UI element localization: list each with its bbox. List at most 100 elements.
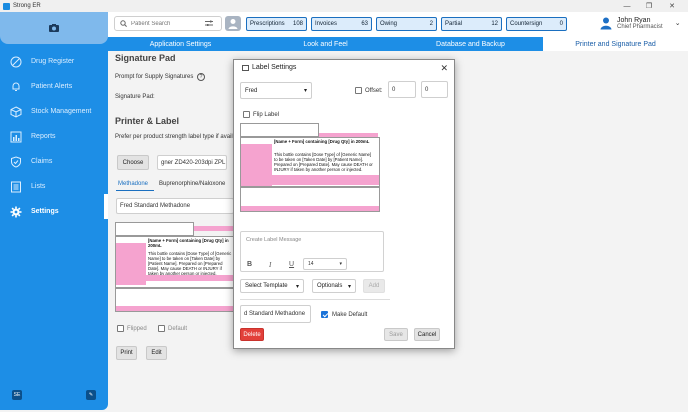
owing-counter[interactable]: Owing 2 (376, 17, 437, 31)
help-icon[interactable]: ? (197, 73, 205, 81)
chevron-down-icon[interactable]: ⌄ (675, 19, 681, 27)
subtab-buprenorphine-naloxone[interactable]: Buprenorphine/Naloxone (159, 181, 225, 187)
flip-label-checkbox[interactable]: Flip Label (243, 111, 279, 118)
user-menu[interactable]: John Ryan Chief Pharmacist ⌄ (599, 16, 681, 30)
edit-button[interactable]: Edit (146, 346, 167, 360)
sidebar-item-claims[interactable]: Claims (0, 149, 108, 174)
tab-printer-and-signature-pad[interactable]: Printer and Signature Pad (543, 37, 688, 51)
sidebar-footer: SE ✎ (0, 390, 108, 400)
subtab-underline (116, 190, 154, 191)
pill-icon (10, 56, 22, 68)
partial-counter[interactable]: Partial 12 (441, 17, 502, 31)
print-button[interactable]: Print (116, 346, 137, 360)
offset-y-field[interactable]: 0 (421, 81, 448, 98)
dialog-title-bar: Label Settings (242, 64, 296, 71)
save-button[interactable]: Save (384, 328, 408, 341)
counter-value: 0 (559, 21, 563, 27)
sidebar-item-stock-management[interactable]: Stock Management (0, 99, 108, 124)
sidebar-item-drug-register[interactable]: Drug Register (0, 49, 108, 74)
dialog-title: Label Settings (252, 64, 297, 71)
search-box[interactable] (114, 16, 222, 31)
sidebar-item-label: Settings (31, 208, 59, 215)
dialog-label-pink-side (241, 144, 272, 186)
minimize-button[interactable]: — (616, 0, 638, 12)
user-name: John Ryan (617, 16, 651, 24)
label-profile-dropdown[interactable]: Fred ▾ (240, 82, 312, 99)
delete-button[interactable]: Delete (240, 328, 264, 341)
italic-button[interactable]: I (269, 261, 271, 269)
label-pink-side (116, 243, 146, 285)
bell-icon (10, 81, 22, 93)
dialog-label-header-box (240, 123, 319, 137)
flipped-checkbox[interactable]: Flipped (117, 325, 147, 332)
prompt-supply-signatures-label: Prompt for Supply Signatures (115, 74, 194, 80)
settings-tabs: Application Settings Look and Feel Datab… (108, 37, 688, 51)
flipped-label: Flipped (127, 325, 147, 332)
dialog-label-pink-band (272, 175, 379, 185)
signature-pad-label: Signature Pad: (115, 94, 155, 100)
tab-look-and-feel[interactable]: Look and Feel (253, 37, 398, 51)
printer-field[interactable]: gner ZD420-203dpi ZPL (157, 155, 227, 170)
font-size-select[interactable]: 14 ▾ (303, 258, 347, 270)
default-label: Default (168, 325, 188, 332)
caret-down-icon: ▾ (303, 88, 307, 94)
sidebar-item-label: Drug Register (31, 58, 75, 65)
underline-button[interactable]: U (289, 261, 294, 268)
flipped-checkbox-box[interactable] (117, 325, 124, 332)
dialog-label-pink-footer (241, 206, 379, 211)
subtab-methadone[interactable]: Methadone (118, 181, 148, 187)
tab-database-and-backup[interactable]: Database and Backup (398, 37, 543, 51)
default-checkbox[interactable]: Default (158, 325, 187, 332)
label-pink-band (146, 275, 234, 281)
make-default-checkbox[interactable]: Make Default (321, 311, 367, 318)
flip-label-checkbox-box[interactable] (243, 111, 250, 118)
sidebar-item-label: Claims (31, 158, 53, 165)
sidebar-item-settings[interactable]: Settings (0, 199, 108, 224)
sidebar-item-label: Lists (31, 183, 46, 190)
cancel-button[interactable]: Cancel (414, 328, 440, 341)
maximize-button[interactable]: ❐ (638, 0, 660, 12)
countersign-counter[interactable]: Countersign 0 (506, 17, 567, 31)
template-select[interactable]: Select Template ▾ (240, 279, 304, 293)
label-message-editor[interactable]: Create Label Message B I U 14 ▾ (240, 231, 384, 272)
pen-icon[interactable]: ✎ (86, 390, 96, 400)
sidebar-item-reports[interactable]: Reports (0, 124, 108, 149)
sidebar-item-lists[interactable]: Lists (0, 174, 108, 199)
tab-application-settings[interactable]: Application Settings (108, 37, 253, 51)
bold-button[interactable]: B (247, 261, 252, 268)
counter-value: 63 (361, 21, 368, 27)
close-icon[interactable]: ✕ (440, 63, 448, 74)
label-settings-dialog: Label Settings ✕ Fred ▾ Offset: 0 0 Flip… (233, 59, 455, 349)
label-name-field[interactable]: d Standard Methadone (240, 305, 311, 323)
offset-checkbox-box[interactable] (355, 87, 362, 94)
offset-x-field[interactable]: 0 (388, 81, 416, 98)
label-preview-title: [Name + Form] containing [Drug Qty] in 2… (148, 238, 229, 248)
profile-value: Fred (245, 87, 258, 94)
default-checkbox-box[interactable] (158, 325, 165, 332)
choose-printer-button[interactable]: Choose (117, 155, 149, 170)
offset-label: Offset: (365, 87, 383, 94)
box-icon (10, 105, 22, 118)
offset-checkbox[interactable]: Offset: (355, 87, 383, 94)
sidebar-item-patient-alerts[interactable]: Patient Alerts (0, 74, 108, 99)
make-default-checkbox-box[interactable] (321, 311, 328, 318)
search-input[interactable] (131, 20, 201, 27)
camera-icon[interactable] (48, 23, 60, 33)
gear-icon (10, 206, 22, 218)
close-window-button[interactable]: ✕ (661, 0, 683, 12)
prescriptions-counter[interactable]: Prescriptions 108 (246, 17, 307, 31)
add-message-button[interactable]: Add (363, 279, 385, 293)
patient-avatar-button[interactable] (225, 16, 241, 31)
caret-down-icon: ▾ (339, 261, 342, 267)
optionals-select[interactable]: Optionals ▾ (312, 279, 356, 293)
app-logo-icon (3, 2, 10, 10)
chart-icon (10, 131, 22, 143)
counter-label: Countersign (510, 21, 543, 27)
label-profile-select[interactable]: Fred Standard Methadone (116, 198, 234, 214)
label-pink-footer (116, 306, 233, 311)
caret-down-icon: ▾ (295, 283, 299, 290)
label-pink-strip (194, 226, 234, 231)
filter-sliders-icon[interactable] (205, 20, 213, 27)
app-logo-icon[interactable]: SE (12, 390, 22, 400)
invoices-counter[interactable]: Invoices 63 (311, 17, 372, 31)
